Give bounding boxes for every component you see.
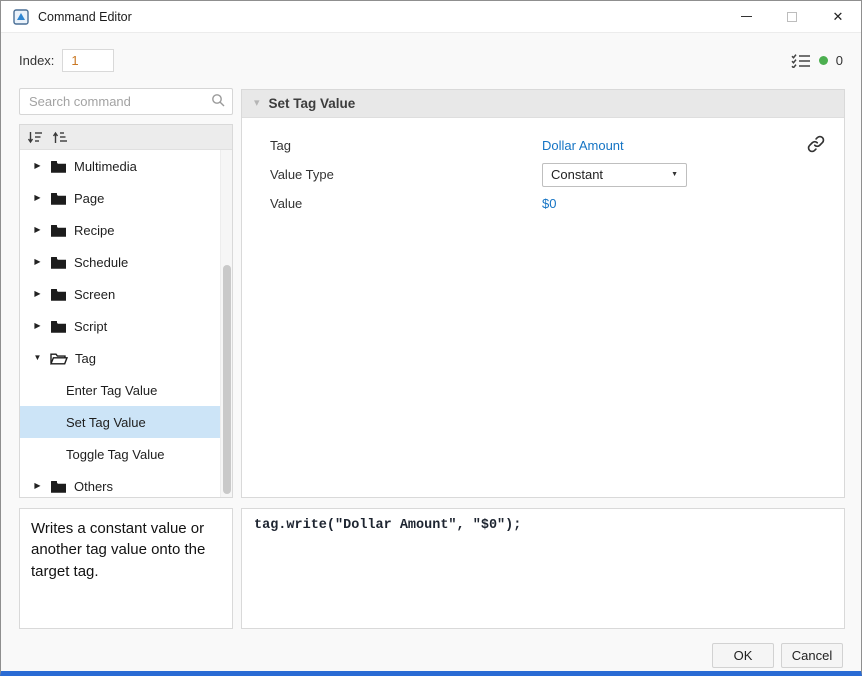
tree-item-label: Set Tag Value bbox=[66, 415, 146, 430]
caret-right-icon[interactable]: ▶ bbox=[32, 290, 43, 298]
folder-icon bbox=[50, 288, 67, 301]
tree-item-tag[interactable]: ▼ Tag bbox=[20, 342, 220, 374]
tree-item-label: Page bbox=[74, 191, 104, 206]
minimize-icon bbox=[741, 16, 752, 17]
search-box bbox=[19, 88, 233, 115]
caret-right-icon[interactable]: ▶ bbox=[32, 226, 43, 234]
tree-item-enter-tag-value[interactable]: Enter Tag Value bbox=[20, 374, 220, 406]
search-input[interactable] bbox=[20, 89, 211, 114]
detail-title: Set Tag Value bbox=[269, 96, 356, 111]
search-icon bbox=[211, 93, 225, 110]
link-icon[interactable] bbox=[806, 134, 826, 157]
titlebar: Command Editor ✕ bbox=[1, 1, 861, 33]
expand-all-icon[interactable] bbox=[28, 131, 43, 144]
tag-field-row: Tag Dollar Amount bbox=[242, 131, 844, 160]
command-description: Writes a constant value or another tag v… bbox=[19, 508, 233, 629]
index-row: Index: 0 bbox=[19, 45, 843, 75]
command-tree: ▶ Multimedia ▶ Page ▶ Recipe bbox=[20, 150, 220, 497]
tree-item-label: Schedule bbox=[74, 255, 128, 270]
tag-field-label: Tag bbox=[270, 138, 542, 153]
chevron-down-icon[interactable]: ▾ bbox=[254, 98, 260, 109]
folder-icon bbox=[50, 224, 67, 237]
tree-item-schedule[interactable]: ▶ Schedule bbox=[20, 246, 220, 278]
window-controls: ✕ bbox=[723, 1, 861, 32]
tree-item-label: Script bbox=[74, 319, 107, 334]
maximize-icon bbox=[787, 12, 797, 22]
tree-item-page[interactable]: ▶ Page bbox=[20, 182, 220, 214]
folder-icon bbox=[50, 192, 67, 205]
command-tree-panel: ▶ Multimedia ▶ Page ▶ Recipe bbox=[19, 124, 233, 498]
caret-down-icon[interactable]: ▼ bbox=[32, 354, 43, 362]
folder-icon bbox=[50, 256, 67, 269]
close-button[interactable]: ✕ bbox=[815, 1, 861, 32]
value-type-selected: Constant bbox=[551, 167, 603, 182]
ok-button[interactable]: OK bbox=[712, 643, 774, 668]
open-folder-icon bbox=[50, 352, 68, 365]
tree-item-toggle-tag-value[interactable]: Toggle Tag Value bbox=[20, 438, 220, 470]
cancel-button[interactable]: Cancel bbox=[781, 643, 843, 668]
maximize-button[interactable] bbox=[769, 1, 815, 32]
detail-body: Tag Dollar Amount Value Type Constant bbox=[242, 118, 844, 218]
collapse-all-icon[interactable] bbox=[53, 131, 68, 144]
value-type-field-label: Value Type bbox=[270, 167, 542, 182]
close-icon: ✕ bbox=[833, 10, 844, 23]
caret-right-icon[interactable]: ▶ bbox=[32, 194, 43, 202]
detail-header: ▾ Set Tag Value bbox=[242, 90, 844, 118]
tree-scrollbar[interactable] bbox=[220, 150, 232, 497]
tree-item-set-tag-value[interactable]: Set Tag Value bbox=[20, 406, 220, 438]
index-label: Index: bbox=[19, 53, 54, 68]
tree-item-label: Toggle Tag Value bbox=[66, 447, 165, 462]
dropdown-caret-icon: ▼ bbox=[671, 171, 678, 178]
tree-item-script[interactable]: ▶ Script bbox=[20, 310, 220, 342]
tree-scrollbar-thumb[interactable] bbox=[223, 265, 231, 494]
value-value-link[interactable]: $0 bbox=[542, 196, 794, 211]
tree-item-label: Enter Tag Value bbox=[66, 383, 157, 398]
tree-item-label: Others bbox=[74, 479, 113, 494]
caret-right-icon[interactable]: ▶ bbox=[32, 258, 43, 266]
minimize-button[interactable] bbox=[723, 1, 769, 32]
script-preview: tag.write("Dollar Amount", "$0"); bbox=[241, 508, 845, 629]
tag-value-link[interactable]: Dollar Amount bbox=[542, 138, 794, 153]
caret-right-icon[interactable]: ▶ bbox=[32, 162, 43, 170]
caret-right-icon[interactable]: ▶ bbox=[32, 482, 43, 490]
command-detail-panel: ▾ Set Tag Value Tag Dollar Amount Value … bbox=[241, 89, 845, 498]
tree-item-label: Recipe bbox=[74, 223, 114, 238]
command-editor-window: Command Editor ✕ Index: 0 bbox=[0, 0, 862, 676]
tree-item-recipe[interactable]: ▶ Recipe bbox=[20, 214, 220, 246]
tag-link-cell bbox=[794, 134, 844, 157]
status-count: 0 bbox=[836, 53, 843, 68]
tree-item-multimedia[interactable]: ▶ Multimedia bbox=[20, 150, 220, 182]
status-green-dot-icon bbox=[819, 56, 828, 65]
value-field-label: Value bbox=[270, 196, 542, 211]
tree-item-label: Tag bbox=[75, 351, 96, 366]
value-type-field-row: Value Type Constant ▼ bbox=[242, 160, 844, 189]
window-title: Command Editor bbox=[38, 10, 132, 24]
value-type-dropdown[interactable]: Constant ▼ bbox=[542, 163, 687, 187]
app-icon bbox=[13, 9, 29, 25]
tree-toolbar bbox=[20, 125, 232, 150]
tree-item-screen[interactable]: ▶ Screen bbox=[20, 278, 220, 310]
caret-right-icon[interactable]: ▶ bbox=[32, 322, 43, 330]
status-group: 0 bbox=[791, 53, 843, 68]
tree-item-others[interactable]: ▶ Others bbox=[20, 470, 220, 497]
tree-item-label: Screen bbox=[74, 287, 115, 302]
folder-icon bbox=[50, 480, 67, 493]
value-field-row: Value $0 bbox=[242, 189, 844, 218]
index-input[interactable] bbox=[62, 49, 114, 72]
folder-icon bbox=[50, 160, 67, 173]
command-list-icon[interactable] bbox=[791, 53, 811, 68]
folder-icon bbox=[50, 320, 67, 333]
tree-item-label: Multimedia bbox=[74, 159, 137, 174]
